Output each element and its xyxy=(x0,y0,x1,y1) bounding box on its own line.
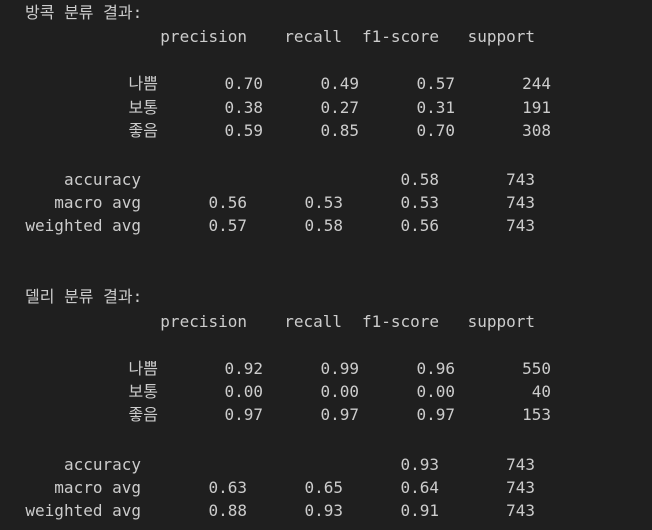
header-f1: f1-score xyxy=(361,312,439,331)
cell-recall: 0.85 xyxy=(320,121,359,140)
cell-support: 191 xyxy=(522,98,551,117)
cell-recall: 0.49 xyxy=(320,74,359,93)
macro-avg-label: macro avg xyxy=(54,193,141,212)
class-label: 좋음 xyxy=(128,405,158,424)
accuracy-label: accuracy xyxy=(63,455,141,474)
header-recall: recall xyxy=(284,27,342,46)
weighted-avg-support: 743 xyxy=(506,501,535,520)
cell-support: 244 xyxy=(522,74,551,93)
cell-f1: 0.97 xyxy=(416,405,455,424)
macro-avg-support: 743 xyxy=(506,193,535,212)
cell-precision: 0.70 xyxy=(224,74,263,93)
cell-precision: 0.00 xyxy=(224,382,263,401)
accuracy-support: 743 xyxy=(506,170,535,189)
macro-avg-recall: 0.53 xyxy=(304,193,343,212)
cell-support: 308 xyxy=(522,121,551,140)
cell-f1: 0.70 xyxy=(416,121,455,140)
cell-precision: 0.59 xyxy=(224,121,263,140)
class-label: 나쁨 xyxy=(128,74,158,93)
cell-recall: 0.00 xyxy=(320,382,359,401)
weighted-avg-support: 743 xyxy=(506,216,535,235)
report-title: 델리 분류 결과: xyxy=(25,287,143,306)
class-label: 좋음 xyxy=(128,121,158,140)
weighted-avg-f1: 0.91 xyxy=(400,501,439,520)
weighted-avg-precision: 0.57 xyxy=(208,216,247,235)
cell-support: 40 xyxy=(531,382,551,401)
weighted-avg-label: weighted avg xyxy=(25,216,141,235)
weighted-avg-precision: 0.88 xyxy=(208,501,247,520)
cell-f1: 0.96 xyxy=(416,359,455,378)
weighted-avg-f1: 0.56 xyxy=(400,216,439,235)
cell-recall: 0.99 xyxy=(320,359,359,378)
macro-avg-support: 743 xyxy=(506,478,535,497)
weighted-avg-label: weighted avg xyxy=(25,501,141,520)
header-recall: recall xyxy=(284,312,342,331)
accuracy-label: accuracy xyxy=(63,170,141,189)
cell-precision: 0.92 xyxy=(224,359,263,378)
macro-avg-f1: 0.64 xyxy=(400,478,439,497)
report-title: 방콕 분류 결과: xyxy=(25,3,143,22)
cell-f1: 0.31 xyxy=(416,98,455,117)
accuracy-f1: 0.58 xyxy=(400,170,439,189)
weighted-avg-recall: 0.93 xyxy=(304,501,343,520)
cell-precision: 0.38 xyxy=(224,98,263,117)
header-support: support xyxy=(467,27,535,46)
cell-support: 550 xyxy=(522,359,551,378)
macro-avg-recall: 0.65 xyxy=(304,478,343,497)
cell-f1: 0.57 xyxy=(416,74,455,93)
class-label: 보통 xyxy=(128,98,158,117)
accuracy-support: 743 xyxy=(506,455,535,474)
cell-recall: 0.27 xyxy=(320,98,359,117)
header-precision: precision xyxy=(160,27,247,46)
class-label: 나쁨 xyxy=(128,359,158,378)
class-label: 보통 xyxy=(128,382,158,401)
macro-avg-precision: 0.63 xyxy=(208,478,247,497)
macro-avg-f1: 0.53 xyxy=(400,193,439,212)
header-support: support xyxy=(467,312,535,331)
cell-precision: 0.97 xyxy=(224,405,263,424)
macro-avg-label: macro avg xyxy=(54,478,141,497)
header-f1: f1-score xyxy=(361,27,439,46)
cell-f1: 0.00 xyxy=(416,382,455,401)
cell-support: 153 xyxy=(522,405,551,424)
cell-recall: 0.97 xyxy=(320,405,359,424)
macro-avg-precision: 0.56 xyxy=(208,193,247,212)
terminal-output: 방콕 분류 결과: precision recall f1-score supp… xyxy=(0,0,652,530)
header-precision: precision xyxy=(160,312,247,331)
weighted-avg-recall: 0.58 xyxy=(304,216,343,235)
accuracy-f1: 0.93 xyxy=(400,455,439,474)
